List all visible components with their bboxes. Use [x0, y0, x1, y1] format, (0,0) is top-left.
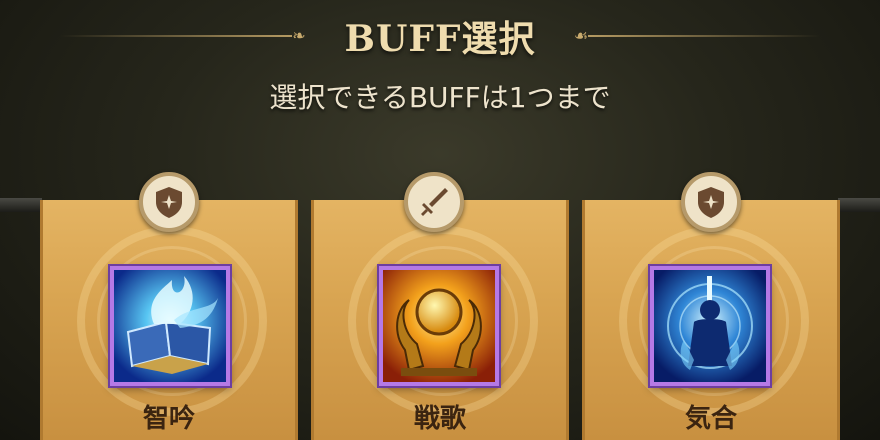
rail-left: [0, 198, 42, 212]
buff-type-badge: [404, 172, 464, 232]
sword-icon: [421, 188, 448, 216]
buff-icon-chigin[interactable]: [110, 266, 230, 386]
buff-type-badge: [139, 172, 199, 232]
instruction-text: 選択できるBUFFは1つまで: [269, 81, 611, 114]
glowing-book-art: [114, 270, 226, 382]
blue-warrior-aura-art: [654, 270, 766, 382]
shield-star-icon: [156, 187, 182, 218]
buff-name: 戦歌: [413, 404, 466, 434]
rail-right: [838, 198, 880, 212]
buff-icon-senka[interactable]: [379, 266, 499, 386]
page-title: BUFF選択: [344, 18, 536, 60]
golden-dragon-orb-art: [383, 270, 495, 382]
title-bar: ❧ ☙ BUFF選択: [0, 8, 880, 60]
buff-name: 智吟: [142, 404, 195, 434]
buff-type-badge: [681, 172, 741, 232]
buff-name: 気合: [684, 404, 737, 434]
buff-icon-kiai[interactable]: [650, 266, 770, 386]
shield-star-icon: [698, 187, 724, 218]
